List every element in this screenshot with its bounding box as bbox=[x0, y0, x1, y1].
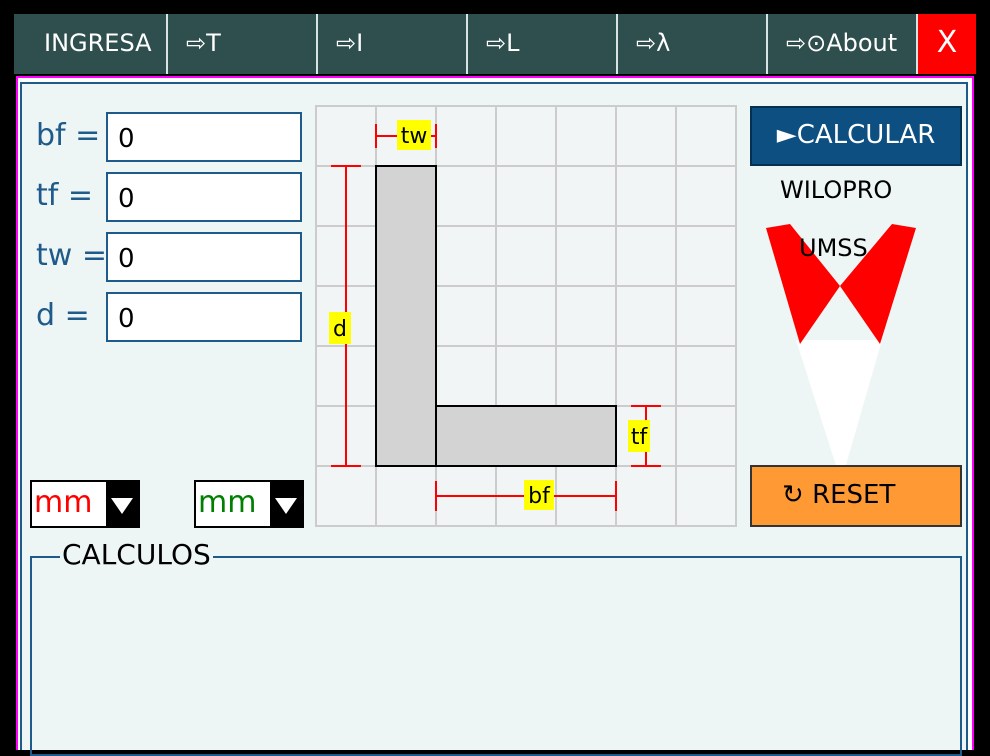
reset-icon: ↻ bbox=[782, 480, 804, 510]
university-label: UMSS bbox=[799, 234, 868, 262]
reset-button[interactable]: ↻ RESET bbox=[750, 465, 962, 527]
app-screen: INGRESA ⇨T ⇨I ⇨L ⇨λ ⇨⊙About X bf = tf = … bbox=[0, 0, 990, 756]
calculate-button[interactable]: ►CALCULAR bbox=[750, 106, 962, 166]
calculations-group bbox=[30, 556, 962, 756]
reset-label: RESET bbox=[812, 480, 896, 510]
author-label: WILOPRO bbox=[780, 176, 893, 204]
dim-label-bf: bf bbox=[528, 484, 551, 509]
dim-label-tw: tw bbox=[401, 124, 428, 149]
dim-label-tf: tf bbox=[631, 425, 649, 450]
dim-label-d: d bbox=[333, 317, 347, 342]
l-flange bbox=[435, 405, 617, 467]
calculations-title: CALCULOS bbox=[60, 538, 213, 571]
l-web bbox=[375, 165, 437, 467]
